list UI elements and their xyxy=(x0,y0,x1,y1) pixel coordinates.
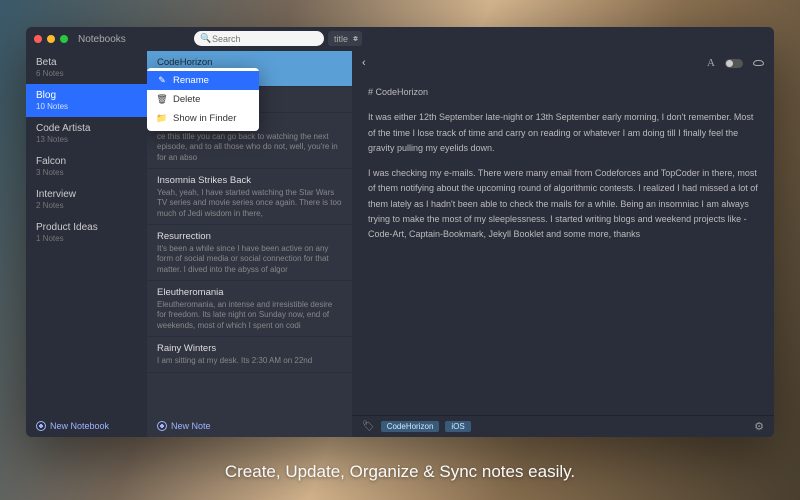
notebook-item[interactable]: Code Artista 13 Notes xyxy=(26,117,147,150)
note-list: CodeHorizon # CodeHorizon mber late-nigh… xyxy=(147,51,352,437)
context-show-in-finder[interactable]: 📁 Show in Finder xyxy=(147,109,259,128)
editor-footer: 🏷 CodeHorizon iOS ⚙ xyxy=(352,415,774,437)
context-label: Rename xyxy=(173,75,209,86)
notebook-name: Interview xyxy=(36,189,137,200)
notebook-item[interactable]: Interview 2 Notes xyxy=(26,183,147,216)
notebook-count: 2 Notes xyxy=(36,201,137,210)
note-title: Insomnia Strikes Back xyxy=(157,175,342,186)
zoom-icon[interactable] xyxy=(60,35,68,43)
context-label: Delete xyxy=(173,94,200,105)
notebook-item[interactable]: Beta 6 Notes xyxy=(26,51,147,84)
search-filter-dropdown[interactable]: title xyxy=(328,31,362,46)
editor-paragraph: It was either 12th September late-night … xyxy=(368,110,758,156)
notebook-count: 1 Notes xyxy=(36,234,137,243)
plus-icon xyxy=(157,421,167,431)
context-delete[interactable]: 🗑 Delete xyxy=(147,90,259,109)
search-wrap: 🔍 title xyxy=(194,31,362,46)
note-title: Rainy Winters xyxy=(157,343,342,354)
plus-icon xyxy=(36,421,46,431)
theme-toggle[interactable] xyxy=(725,59,743,68)
editor-pane: ‹ A # CodeHorizon It was either 12th Sep… xyxy=(352,51,774,437)
search-icon: 🔍 xyxy=(200,33,211,44)
editor-heading: # CodeHorizon xyxy=(368,85,758,100)
context-label: Show in Finder xyxy=(173,113,236,124)
notebook-count: 3 Notes xyxy=(36,168,137,177)
notebook-item[interactable]: Falcon 3 Notes xyxy=(26,150,147,183)
notebook-count: 13 Notes xyxy=(36,135,137,144)
note-item[interactable]: Insomnia Strikes Back Yeah, yeah, I have… xyxy=(147,169,352,225)
traffic-lights xyxy=(34,35,68,43)
new-note-button[interactable]: New Note xyxy=(147,415,352,437)
tag[interactable]: iOS xyxy=(445,421,470,432)
note-title: CodeHorizon xyxy=(157,57,342,68)
new-notebook-button[interactable]: New Notebook xyxy=(26,415,147,437)
app-window: Notebooks 🔍 title Beta 6 Notes Blog 10 N… xyxy=(26,27,774,437)
editor-toolbar: ‹ A xyxy=(352,51,774,75)
back-button[interactable]: ‹ xyxy=(362,57,366,69)
note-item[interactable]: mber late-night or 13th ✎ Rename 🗑 Delet… xyxy=(147,87,352,112)
notebook-count: 6 Notes xyxy=(36,69,137,78)
note-preview: I am sitting at my desk. Its 2:30 AM on … xyxy=(157,356,342,366)
close-icon[interactable] xyxy=(34,35,42,43)
notebook-count: 10 Notes xyxy=(36,102,137,111)
preview-icon[interactable] xyxy=(753,60,764,66)
note-preview: It's been a while since I have been acti… xyxy=(157,244,342,274)
font-icon[interactable]: A xyxy=(707,57,715,69)
note-preview: ce this title you can go back to watchin… xyxy=(157,132,342,162)
note-preview: Yeah, yeah, I have started watching the … xyxy=(157,188,342,218)
notebook-name: Product Ideas xyxy=(36,222,137,233)
notebook-item[interactable]: Product Ideas 1 Notes xyxy=(26,216,147,249)
note-item[interactable]: Resurrection It's been a while since I h… xyxy=(147,225,352,281)
note-title: Resurrection xyxy=(157,231,342,242)
marketing-caption: Create, Update, Organize & Sync notes ea… xyxy=(0,462,800,482)
titlebar: Notebooks 🔍 title xyxy=(26,27,774,51)
notebook-name: Code Artista xyxy=(36,123,137,134)
notebook-name: Beta xyxy=(36,57,137,68)
settings-icon[interactable]: ⚙ xyxy=(754,420,764,433)
note-item[interactable]: Eleutheromania Eleutheromania, an intens… xyxy=(147,281,352,337)
minimize-icon[interactable] xyxy=(47,35,55,43)
editor-paragraph: I was checking my e-mails. There were ma… xyxy=(368,166,758,242)
tag[interactable]: CodeHorizon xyxy=(381,421,440,432)
tag-icon: 🏷 xyxy=(362,421,375,432)
window-title: Notebooks xyxy=(78,34,126,45)
note-title: Eleutheromania xyxy=(157,287,342,298)
context-rename[interactable]: ✎ Rename xyxy=(147,71,259,90)
folder-icon: 📁 xyxy=(157,113,167,124)
editor-body[interactable]: # CodeHorizon It was either 12th Septemb… xyxy=(352,75,774,415)
editor-tools: A xyxy=(707,57,764,69)
notebook-item-selected[interactable]: Blog 10 Notes xyxy=(26,84,147,117)
notebook-name: Falcon xyxy=(36,156,137,167)
pencil-icon: ✎ xyxy=(157,75,167,86)
note-item[interactable]: Rainy Winters I am sitting at my desk. I… xyxy=(147,337,352,373)
note-preview: Eleutheromania, an intense and irresisti… xyxy=(157,300,342,330)
sidebar: Beta 6 Notes Blog 10 Notes Code Artista … xyxy=(26,51,147,437)
body: Beta 6 Notes Blog 10 Notes Code Artista … xyxy=(26,51,774,437)
trash-icon: 🗑 xyxy=(157,94,167,105)
notebook-name: Blog xyxy=(36,90,137,101)
context-menu: ✎ Rename 🗑 Delete 📁 Show in Finder xyxy=(147,68,259,131)
search-input[interactable] xyxy=(194,31,324,46)
new-notebook-label: New Notebook xyxy=(50,421,109,431)
new-note-label: New Note xyxy=(171,421,211,431)
